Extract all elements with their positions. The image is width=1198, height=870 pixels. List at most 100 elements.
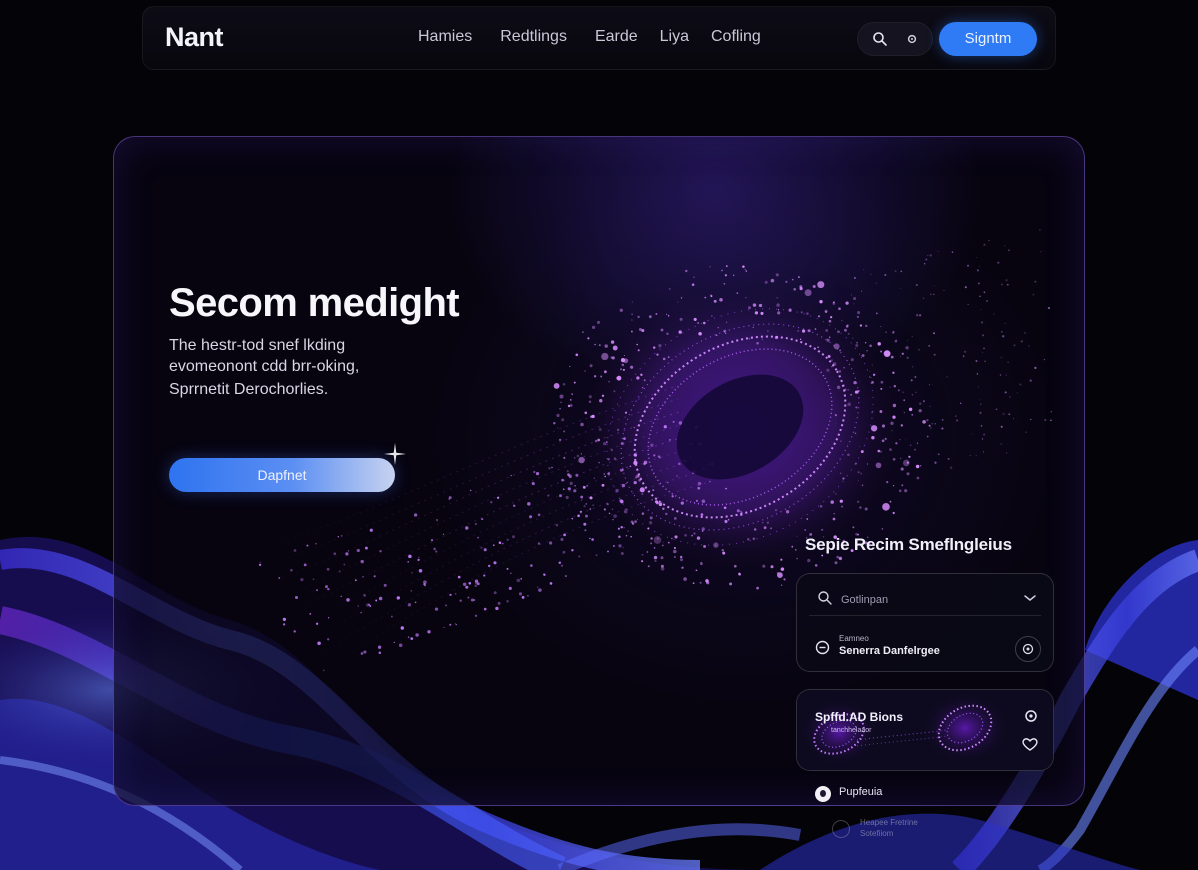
particle-dot bbox=[476, 582, 480, 586]
sparkle-particle bbox=[838, 307, 841, 311]
sparkle-particle bbox=[621, 468, 624, 472]
nav-item-5[interactable]: Cofling bbox=[711, 28, 761, 46]
sparkle-particle bbox=[744, 268, 746, 270]
sparkle-particle bbox=[897, 389, 900, 392]
lattice-particle bbox=[865, 324, 868, 327]
lattice-particle bbox=[931, 422, 934, 425]
particle-dot bbox=[630, 535, 633, 538]
sparkle-particle bbox=[648, 315, 652, 319]
particle-dot bbox=[462, 582, 467, 587]
sparkle-particle bbox=[812, 284, 816, 289]
sparkle-particle bbox=[799, 285, 803, 289]
sparkle-particle bbox=[660, 328, 664, 332]
nav-item-2[interactable]: Redtlings bbox=[500, 28, 567, 46]
sparkle-particle bbox=[864, 341, 867, 344]
sparkle-particle bbox=[630, 365, 634, 369]
sparkle-particle bbox=[556, 413, 560, 418]
lattice-particle bbox=[1004, 245, 1006, 247]
particle-dot bbox=[363, 594, 366, 597]
settings-icon[interactable] bbox=[904, 31, 920, 47]
sparkle-particle bbox=[855, 344, 859, 347]
particle-dot bbox=[536, 586, 539, 588]
lattice-particle bbox=[1029, 379, 1032, 382]
lattice-particle bbox=[917, 348, 921, 351]
lattice-particle bbox=[981, 438, 984, 440]
nav-item-3[interactable]: Earde bbox=[595, 28, 638, 46]
result-title[interactable]: Senerra Danfelrgee bbox=[839, 645, 940, 657]
settings-icon[interactable] bbox=[1023, 708, 1039, 724]
particle-dot bbox=[362, 576, 364, 578]
sparkle-particle bbox=[719, 298, 723, 302]
sparkle-particle bbox=[824, 309, 828, 313]
result-action-button[interactable] bbox=[1015, 636, 1041, 662]
media-card[interactable]: Spffd.AD Bions tanchhelaaor bbox=[796, 689, 1054, 771]
sparkle-particle bbox=[836, 555, 840, 559]
lattice-particle bbox=[1047, 307, 1050, 310]
sparkle-particle bbox=[892, 415, 896, 419]
particle-dot bbox=[684, 534, 687, 537]
sparkle-particle bbox=[655, 313, 658, 315]
particle-dot bbox=[322, 669, 325, 672]
particle-dot bbox=[488, 564, 491, 568]
sparkle-particle bbox=[673, 546, 676, 550]
sparkle-particle bbox=[610, 340, 615, 344]
sparkle-particle bbox=[662, 507, 665, 511]
sparkle-particle bbox=[610, 356, 613, 359]
particle-dot bbox=[418, 569, 423, 573]
sparkle-particle bbox=[775, 273, 779, 277]
heart-icon[interactable] bbox=[1021, 736, 1039, 752]
particle-dot bbox=[621, 483, 626, 488]
particle-dot bbox=[474, 614, 478, 617]
sparkle-particle bbox=[752, 303, 757, 307]
particle-dot bbox=[607, 457, 610, 461]
particle-dot bbox=[326, 567, 330, 571]
particle-dot bbox=[363, 650, 367, 654]
sparkle-particle bbox=[795, 549, 797, 551]
sparkle-particle bbox=[601, 394, 605, 397]
nav-item-4[interactable]: Liya bbox=[660, 28, 689, 46]
chevron-down-icon[interactable] bbox=[1023, 592, 1037, 604]
lattice-particle bbox=[977, 386, 980, 388]
sparkle-particle bbox=[796, 557, 798, 560]
sparkle-particle bbox=[662, 357, 666, 361]
sparkle-particle bbox=[881, 439, 885, 443]
user-name: Pupfeuia bbox=[839, 786, 883, 798]
lattice-particle bbox=[859, 381, 861, 383]
sparkle-particle bbox=[579, 510, 582, 513]
sparkle-particle bbox=[785, 280, 788, 284]
sparkle-particle bbox=[569, 365, 571, 368]
sparkle-particle bbox=[785, 510, 790, 514]
sparkle-particle bbox=[914, 448, 917, 451]
particle-dot bbox=[585, 514, 588, 518]
search-input[interactable] bbox=[839, 588, 1023, 612]
sparkle-particle bbox=[905, 346, 909, 350]
sparkle-particle bbox=[777, 309, 780, 311]
particle-dot bbox=[549, 582, 553, 585]
sparkle-particle bbox=[875, 462, 882, 469]
lattice-particle bbox=[1050, 419, 1052, 422]
lattice-particle bbox=[911, 336, 913, 338]
sparkle-particle bbox=[914, 376, 917, 378]
sparkle-particle bbox=[624, 411, 628, 414]
hero-cta-button[interactable]: Dapfnet bbox=[169, 458, 395, 492]
lattice-particle bbox=[1044, 419, 1047, 422]
signup-button[interactable]: Signtm bbox=[939, 22, 1037, 56]
particle-dot bbox=[555, 524, 559, 527]
sparkle-particle bbox=[776, 297, 778, 299]
search-icon[interactable] bbox=[872, 31, 888, 47]
nav-item-1[interactable]: Hamies bbox=[418, 28, 472, 46]
particle-dot bbox=[559, 494, 562, 498]
particle-dot bbox=[465, 585, 469, 589]
sparkle-particle bbox=[857, 311, 861, 315]
sparkle-particle bbox=[593, 477, 595, 479]
brand-logo[interactable]: Nant bbox=[165, 22, 224, 53]
lattice-particle bbox=[977, 282, 980, 285]
particle-dot bbox=[584, 529, 587, 532]
sparkle-particle bbox=[762, 522, 764, 524]
particle-dot bbox=[312, 578, 315, 581]
sparkle-particle bbox=[915, 464, 920, 469]
lattice-particle bbox=[875, 282, 878, 284]
sparkle-particle bbox=[703, 321, 706, 325]
lattice-particle bbox=[922, 297, 925, 299]
sparkle-particle bbox=[839, 472, 842, 475]
